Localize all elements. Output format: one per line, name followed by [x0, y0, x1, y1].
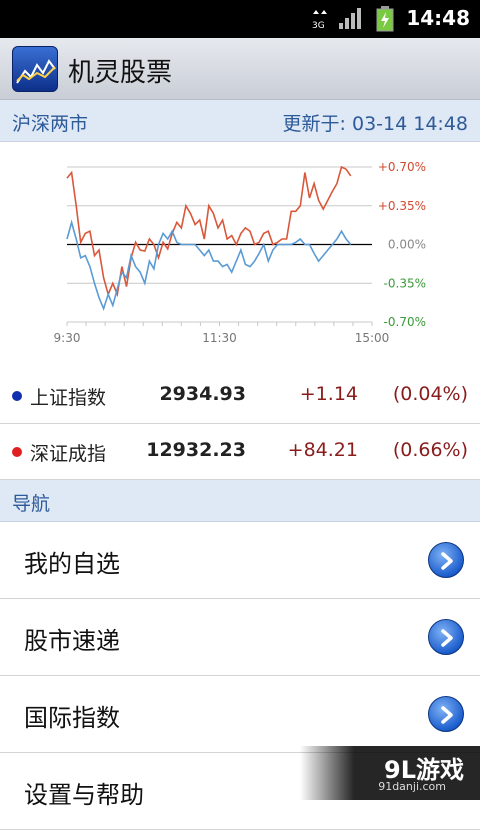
nav-item-label: 国际指数	[24, 704, 120, 732]
chevron-right-icon[interactable]	[428, 696, 464, 732]
nav-item-label: 股市速递	[24, 627, 120, 655]
x-tick-label: 11:30	[202, 331, 237, 345]
index-name: 深证成指	[30, 443, 107, 465]
status-bar: 3G 14:48	[0, 0, 480, 38]
series-line-0	[66, 165, 352, 298]
y-tick-label: 0.00%	[388, 238, 426, 252]
nav-item-market-express[interactable]: 股市速递	[0, 599, 480, 676]
index-name: 上证指数	[30, 387, 107, 409]
nav-section-header: 导航	[0, 480, 480, 522]
battery-charging-icon	[376, 6, 394, 36]
app-title: 机灵股票	[68, 58, 173, 88]
y-tick-label: -0.70%	[384, 315, 426, 329]
network-3g-icon: 3G	[310, 8, 330, 36]
y-tick-label: +0.35%	[378, 199, 426, 213]
index-dot	[12, 391, 22, 401]
x-tick-label: 9:30	[54, 331, 81, 345]
nav-item-label: 设置与帮助	[24, 781, 144, 809]
update-time: 更新于: 03-14 14:48	[282, 113, 468, 135]
series-line-1	[66, 219, 352, 312]
market-label: 沪深两市	[12, 113, 89, 135]
clock: 14:48	[406, 6, 470, 30]
market-header: 沪深两市 更新于: 03-14 14:48	[0, 100, 480, 142]
index-row-shenzhen[interactable]: 深证成指 12932.23 +84.21 (0.66%)	[0, 424, 480, 480]
x-tick-label: 15:00	[355, 331, 390, 345]
chevron-right-icon[interactable]	[428, 542, 464, 578]
app-title-bar: 机灵股票	[0, 38, 480, 100]
svg-text:3G: 3G	[312, 21, 325, 31]
intraday-chart[interactable]: +0.70% +0.35% 0.00% -0.35% -0.70% 9:30 11:30 15…	[0, 142, 480, 368]
chart-svg: +0.70% +0.35% 0.00% -0.35% -0.70% 9:30 11:30 15…	[54, 160, 426, 345]
nav-item-international-indices[interactable]: 国际指数	[0, 676, 480, 753]
index-change: +1.14	[299, 383, 358, 405]
watermark: 9L游戏 91danji.com	[300, 746, 480, 800]
index-row-shanghai[interactable]: 上证指数 2934.93 +1.14 (0.04%)	[0, 368, 480, 424]
chevron-right-icon[interactable]	[428, 619, 464, 655]
index-percent: (0.66%)	[392, 439, 468, 461]
y-tick-label: +0.70%	[378, 160, 426, 174]
index-dot	[12, 447, 22, 457]
signal-strength-icon	[338, 6, 364, 34]
index-value: 12932.23	[146, 439, 246, 461]
index-change: +84.21	[287, 439, 358, 461]
nav-item-label: 我的自选	[24, 550, 120, 578]
app-logo-chart-icon	[12, 46, 58, 92]
index-value: 2934.93	[159, 383, 246, 405]
watermark-site: 91danji.com	[378, 780, 446, 793]
nav-section-label: 导航	[12, 493, 51, 515]
nav-item-watchlist[interactable]: 我的自选	[0, 522, 480, 599]
y-tick-label: -0.35%	[384, 276, 426, 290]
index-percent: (0.04%)	[392, 383, 468, 405]
